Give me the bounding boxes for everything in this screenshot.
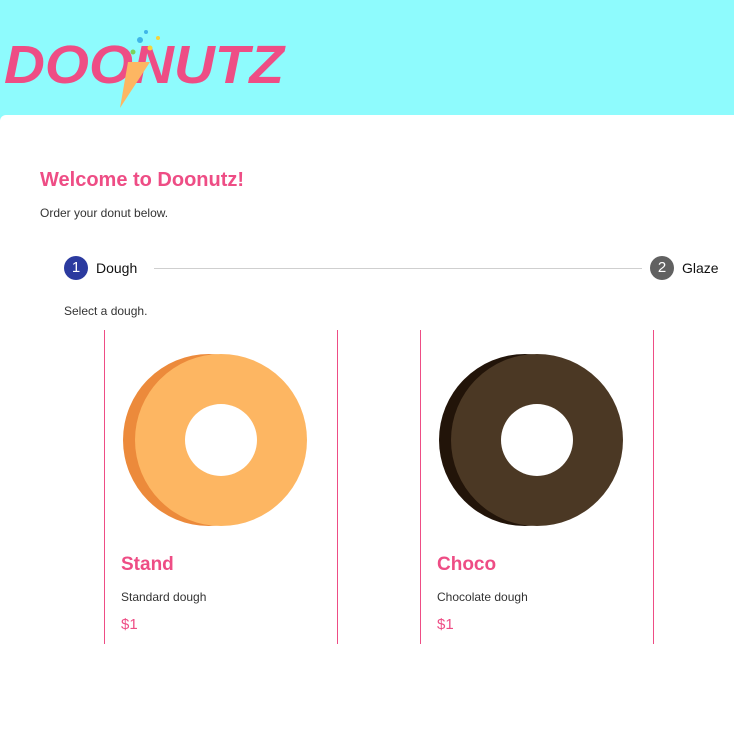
choco-donut-image [439,354,623,526]
dough-option-stand[interactable]: Stand Standard dough $1 [104,330,338,644]
dough-price: $1 [437,616,454,633]
stepper-connector [154,268,642,269]
donut-hole [501,404,573,476]
dough-name: Stand [121,554,174,575]
dough-price: $1 [121,616,138,633]
step-2-number[interactable]: 2 [650,256,674,280]
page-subtitle: Order your donut below. [40,206,169,220]
step-1-number[interactable]: 1 [64,256,88,280]
dough-select-hint: Select a dough. [64,304,148,318]
dough-option-choco[interactable]: Choco Chocolate dough $1 [420,330,654,644]
step-1-label[interactable]: Dough [96,260,137,276]
header-banner: DOONUTZ [0,0,734,122]
dough-description: Chocolate dough [437,590,528,604]
doonutz-logo[interactable]: DOONUTZ [0,10,305,110]
page-title: Welcome to Doonutz! [40,169,245,191]
step-2-label[interactable]: Glaze [682,260,719,276]
dough-name: Choco [437,554,497,575]
donut-hole [185,404,257,476]
order-stepper: 1 Dough 2 Glaze [0,256,734,282]
stand-donut-image [123,354,307,526]
dough-description: Standard dough [121,590,207,604]
